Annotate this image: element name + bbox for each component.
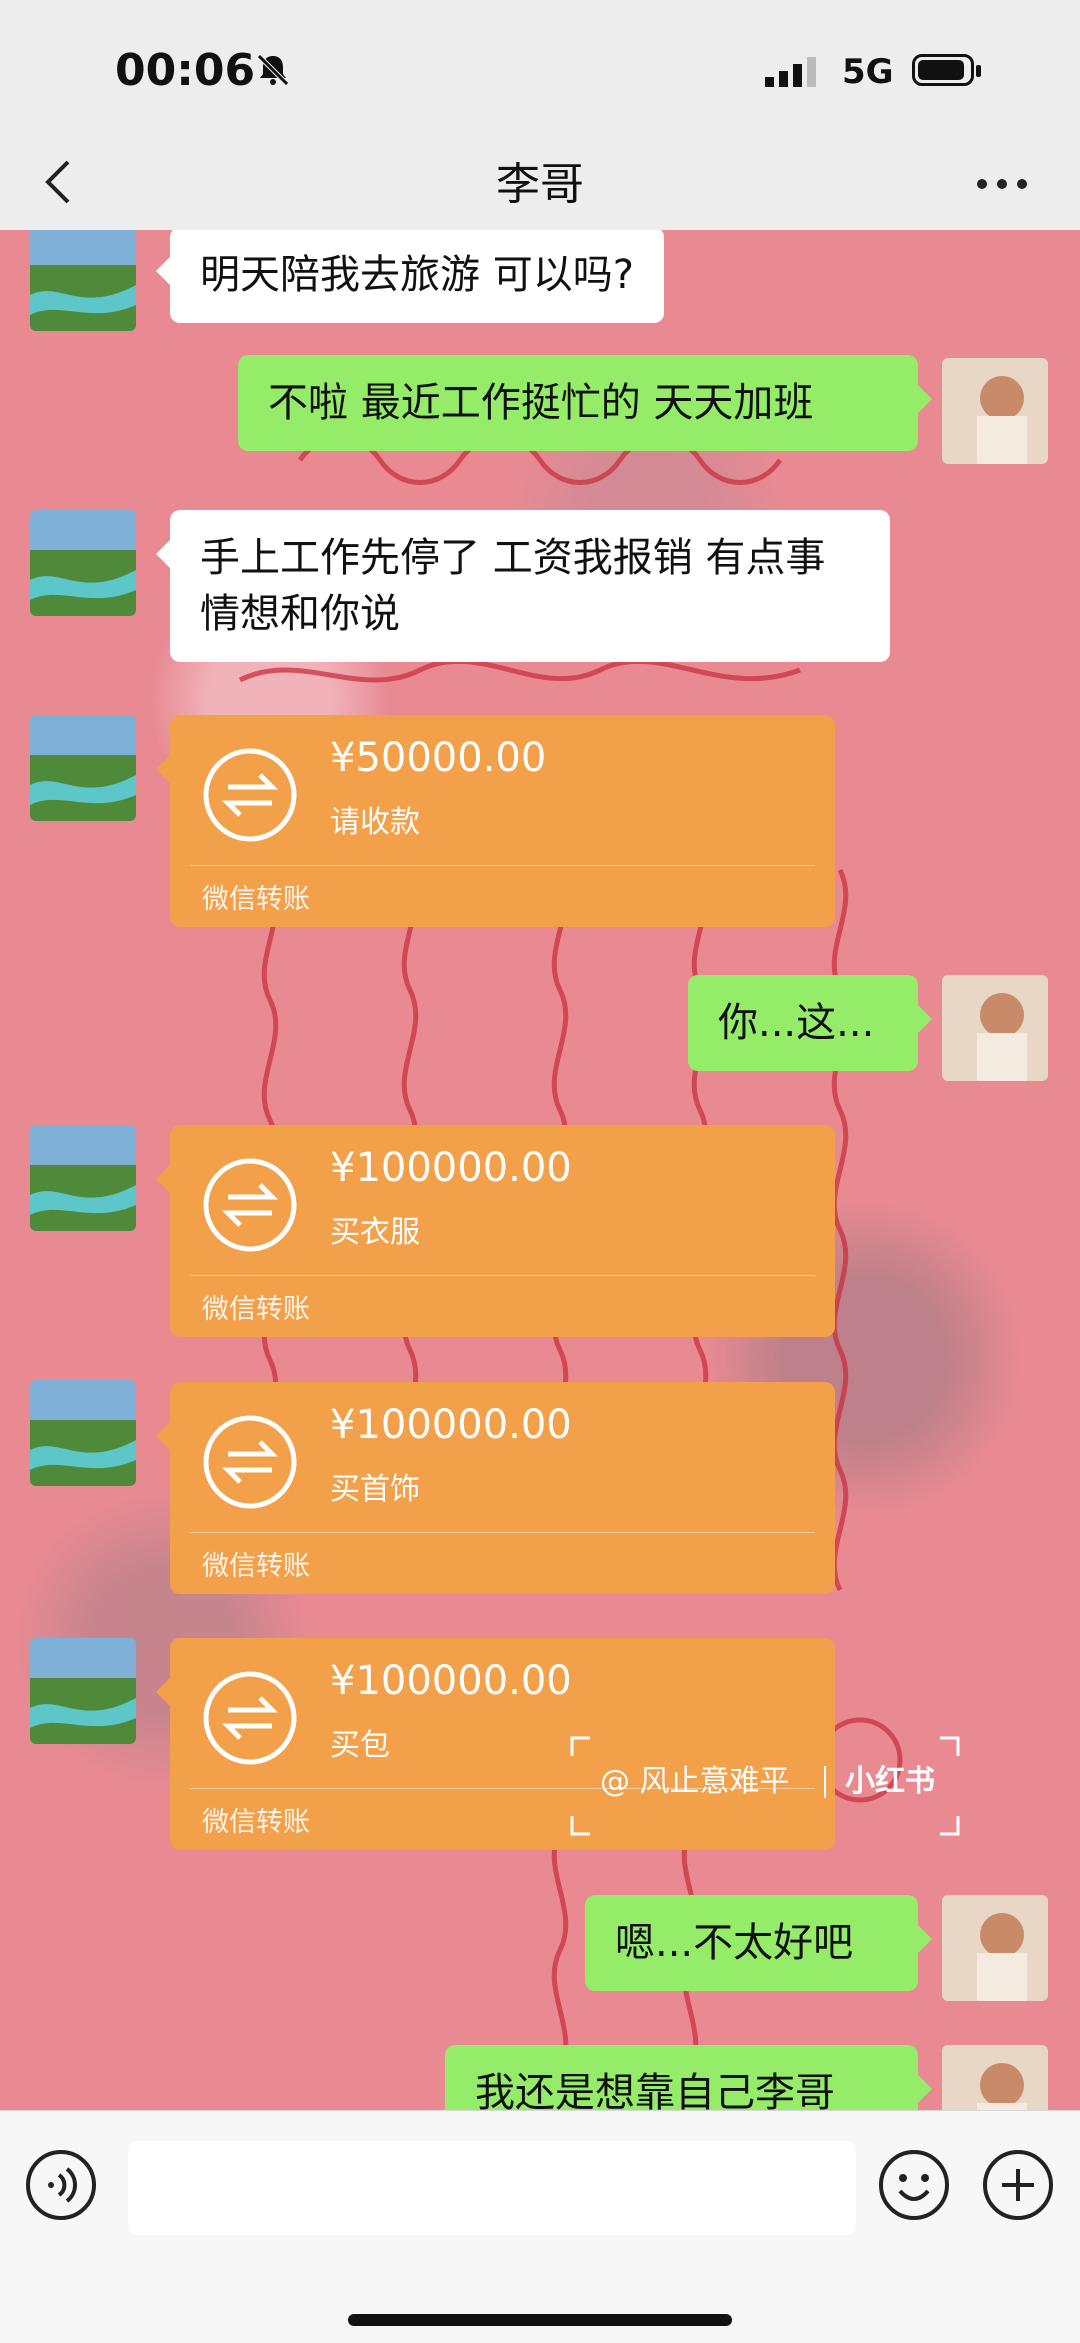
bell-off-icon bbox=[257, 54, 289, 86]
message-bubble[interactable]: 你...这... bbox=[688, 975, 932, 1071]
message-bubble[interactable]: 我还是想靠自己李哥 bbox=[445, 2045, 932, 2110]
chat-title: 李哥 bbox=[496, 159, 584, 210]
message-bubble[interactable]: 嗯...不太好吧 bbox=[585, 1895, 932, 1991]
message-bubble[interactable]: 明天陪我去旅游 可以吗? bbox=[156, 230, 664, 323]
avatar[interactable] bbox=[30, 510, 136, 616]
message-bubble[interactable]: 不啦 最近工作挺忙的 天天加班 bbox=[238, 355, 932, 451]
message-input[interactable] bbox=[128, 2141, 856, 2235]
transfer-icon bbox=[203, 748, 297, 842]
avatar[interactable] bbox=[30, 1638, 136, 1744]
avatar-self[interactable] bbox=[942, 2045, 1048, 2110]
network-type: 5G bbox=[842, 52, 894, 92]
status-time: 00:06 bbox=[115, 45, 256, 96]
transfer-card[interactable]: ¥100000.00 买衣服 微信转账 bbox=[156, 1125, 835, 1337]
transfer-amount: ¥100000.00 bbox=[330, 1402, 572, 1448]
watermark: @ 风止意难平 小红书 bbox=[570, 1736, 960, 1836]
transfer-icon bbox=[203, 1415, 297, 1509]
input-bar bbox=[0, 2110, 1080, 2343]
transfer-card[interactable]: ¥50000.00 请收款 微信转账 bbox=[156, 715, 835, 927]
avatar-self[interactable] bbox=[942, 1895, 1048, 2001]
transfer-label: 微信转账 bbox=[202, 884, 310, 915]
avatar-self[interactable] bbox=[942, 358, 1048, 464]
transfer-label: 微信转账 bbox=[202, 1294, 310, 1325]
avatar[interactable] bbox=[30, 1380, 136, 1486]
plus-icon[interactable] bbox=[982, 2149, 1054, 2221]
voice-icon[interactable] bbox=[25, 2149, 97, 2221]
transfer-amount: ¥50000.00 bbox=[330, 735, 547, 781]
transfer-icon bbox=[203, 1158, 297, 1252]
chat-header: 李哥 bbox=[0, 140, 1080, 230]
divider bbox=[190, 1275, 815, 1276]
home-indicator bbox=[348, 2314, 732, 2326]
avatar[interactable] bbox=[30, 1125, 136, 1231]
transfer-icon bbox=[203, 1671, 297, 1765]
transfer-note: 买包 bbox=[330, 1728, 390, 1763]
divider bbox=[190, 1532, 815, 1533]
transfer-note: 买首饰 bbox=[330, 1472, 420, 1507]
watermark-logo: 小红书 bbox=[845, 1764, 935, 1799]
transfer-card[interactable]: ¥100000.00 买首饰 微信转账 bbox=[156, 1382, 835, 1594]
avatar[interactable] bbox=[30, 715, 136, 821]
transfer-label: 微信转账 bbox=[202, 1551, 310, 1582]
transfer-amount: ¥100000.00 bbox=[330, 1145, 572, 1191]
emoji-icon[interactable] bbox=[878, 2149, 950, 2221]
more-icon[interactable] bbox=[972, 154, 1032, 214]
transfer-note: 请收款 bbox=[330, 805, 420, 840]
divider bbox=[190, 865, 815, 866]
transfer-amount: ¥100000.00 bbox=[330, 1658, 572, 1704]
avatar[interactable] bbox=[30, 230, 136, 331]
signal-icon bbox=[765, 57, 816, 87]
transfer-note: 买衣服 bbox=[330, 1215, 420, 1250]
message-bubble[interactable]: 手上工作先停了 工资我报销 有点事情想和你说 bbox=[156, 510, 890, 662]
status-bar: 00:06 5G bbox=[0, 0, 1080, 140]
watermark-user: @ 风止意难平 bbox=[600, 1764, 790, 1799]
battery-icon bbox=[912, 54, 981, 86]
transfer-label: 微信转账 bbox=[202, 1807, 310, 1838]
avatar-self[interactable] bbox=[942, 975, 1048, 1081]
